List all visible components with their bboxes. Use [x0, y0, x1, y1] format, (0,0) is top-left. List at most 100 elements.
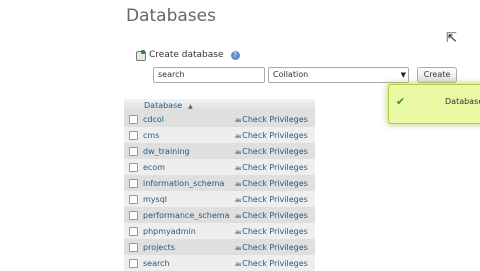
row-checkbox-cell	[124, 255, 141, 271]
database-name-cell: ecom	[141, 159, 232, 175]
success-notification: ✔ Database	[388, 84, 480, 124]
row-checkbox-cell	[124, 223, 141, 239]
check-privileges-cell: a≡ Check Privileges	[232, 223, 315, 239]
table-row: phpmyadmin a≡ Check Privileges	[124, 223, 315, 239]
privileges-icon: a≡	[235, 132, 241, 140]
database-name-link[interactable]: ecom	[141, 163, 229, 172]
table-row: mysql a≡ Check Privileges	[124, 191, 315, 207]
row-checkbox[interactable]	[129, 130, 138, 140]
check-privileges-link[interactable]: Check Privileges	[242, 211, 308, 220]
database-name-cell: dw_training	[141, 143, 232, 159]
check-privileges-cell: a≡ Check Privileges	[232, 175, 315, 191]
row-checkbox-cell	[124, 207, 141, 223]
check-privileges-cell: a≡ Check Privileges	[232, 143, 315, 159]
row-checkbox[interactable]	[129, 194, 138, 204]
check-privileges-cell: a≡ Check Privileges	[232, 207, 315, 223]
create-database-row: Create database ?	[136, 50, 240, 61]
page-title: Databases	[126, 6, 216, 26]
table-row: information_schema a≡ Check Privileges	[124, 175, 315, 191]
row-checkbox[interactable]	[129, 114, 138, 124]
database-name-link[interactable]: cdcol	[141, 115, 229, 124]
database-name-link[interactable]: search	[141, 259, 229, 268]
row-checkbox[interactable]	[129, 258, 138, 268]
row-checkbox[interactable]	[129, 162, 138, 172]
privileges-icon: a≡	[235, 244, 241, 252]
row-checkbox-cell	[124, 111, 141, 127]
check-privileges-link[interactable]: Check Privileges	[242, 115, 308, 124]
check-privileges-link[interactable]: Check Privileges	[242, 179, 308, 188]
privileges-icon: a≡	[235, 148, 241, 156]
dropdown-arrow-icon: ▼	[400, 71, 406, 79]
table-row: projects a≡ Check Privileges	[124, 239, 315, 255]
privileges-icon: a≡	[235, 164, 241, 172]
row-checkbox-cell	[124, 175, 141, 191]
table-row: cdcol a≡ Check Privileges	[124, 111, 315, 127]
collation-select[interactable]: Collation ▼	[268, 67, 409, 83]
check-privileges-cell: a≡ Check Privileges	[232, 111, 315, 127]
database-name-cell: phpmyadmin	[141, 223, 232, 239]
database-name-cell: projects	[141, 239, 232, 255]
database-add-icon	[136, 50, 146, 61]
database-name-link[interactable]: performance_schema	[141, 211, 229, 220]
table-header-row: Database ▲	[124, 99, 315, 111]
check-privileges-cell: a≡ Check Privileges	[232, 239, 315, 255]
create-database-label: Create database	[149, 50, 224, 60]
header-checkbox-column	[124, 99, 141, 111]
privileges-icon: a≡	[235, 212, 241, 220]
row-checkbox-cell	[124, 143, 141, 159]
table-row: ecom a≡ Check Privileges	[124, 159, 315, 175]
privileges-icon: a≡	[235, 180, 241, 188]
check-privileges-cell: a≡ Check Privileges	[232, 255, 315, 271]
help-icon[interactable]: ?	[230, 50, 240, 60]
row-checkbox-cell	[124, 239, 141, 255]
table-row: search a≡ Check Privileges	[124, 255, 315, 271]
row-checkbox[interactable]	[129, 226, 138, 236]
privileges-icon: a≡	[235, 196, 241, 204]
databases-table: Database ▲ cdcol a≡ Check Privileges cms a≡ Ch…	[124, 99, 315, 271]
header-database[interactable]: Database ▲	[141, 99, 232, 111]
privileges-icon: a≡	[235, 116, 241, 124]
database-name-cell: search	[141, 255, 232, 271]
row-checkbox[interactable]	[129, 146, 138, 156]
check-privileges-link[interactable]: Check Privileges	[242, 259, 308, 268]
check-privileges-link[interactable]: Check Privileges	[242, 163, 308, 172]
row-checkbox[interactable]	[129, 178, 138, 188]
database-name-cell: cms	[141, 127, 232, 143]
check-privileges-cell: a≡ Check Privileges	[232, 127, 315, 143]
header-database-label: Database	[144, 100, 183, 110]
collation-selected-value: Collation	[273, 70, 309, 79]
notification-message: Database	[445, 97, 480, 106]
checkmark-icon: ✔	[396, 95, 406, 108]
check-privileges-link[interactable]: Check Privileges	[242, 147, 308, 156]
mouse-cursor-icon: ⇱	[446, 31, 457, 46]
database-name-link[interactable]: projects	[141, 243, 229, 252]
sort-ascending-icon: ▲	[188, 102, 193, 110]
database-name-link[interactable]: mysql	[141, 195, 229, 204]
database-name-cell: cdcol	[141, 111, 232, 127]
check-privileges-cell: a≡ Check Privileges	[232, 159, 315, 175]
privileges-icon: a≡	[235, 260, 241, 268]
check-privileges-link[interactable]: Check Privileges	[242, 227, 308, 236]
database-name-cell: mysql	[141, 191, 232, 207]
database-name-cell: performance_schema	[141, 207, 232, 223]
header-privileges-column	[232, 99, 315, 111]
create-button[interactable]: Create	[417, 67, 457, 83]
database-name-link[interactable]: information_schema	[141, 179, 229, 188]
check-privileges-link[interactable]: Check Privileges	[242, 131, 308, 140]
privileges-icon: a≡	[235, 228, 241, 236]
database-name-link[interactable]: phpmyadmin	[141, 227, 229, 236]
check-privileges-cell: a≡ Check Privileges	[232, 191, 315, 207]
database-name-input[interactable]: search	[153, 67, 265, 83]
check-privileges-link[interactable]: Check Privileges	[242, 243, 308, 252]
database-name-cell: information_schema	[141, 175, 232, 191]
database-name-link[interactable]: cms	[141, 131, 229, 140]
table-row: dw_training a≡ Check Privileges	[124, 143, 315, 159]
row-checkbox-cell	[124, 191, 141, 207]
check-privileges-link[interactable]: Check Privileges	[242, 195, 308, 204]
row-checkbox-cell	[124, 127, 141, 143]
database-name-link[interactable]: dw_training	[141, 147, 229, 156]
row-checkbox[interactable]	[129, 242, 138, 252]
row-checkbox[interactable]	[129, 210, 138, 220]
row-checkbox-cell	[124, 159, 141, 175]
table-row: cms a≡ Check Privileges	[124, 127, 315, 143]
